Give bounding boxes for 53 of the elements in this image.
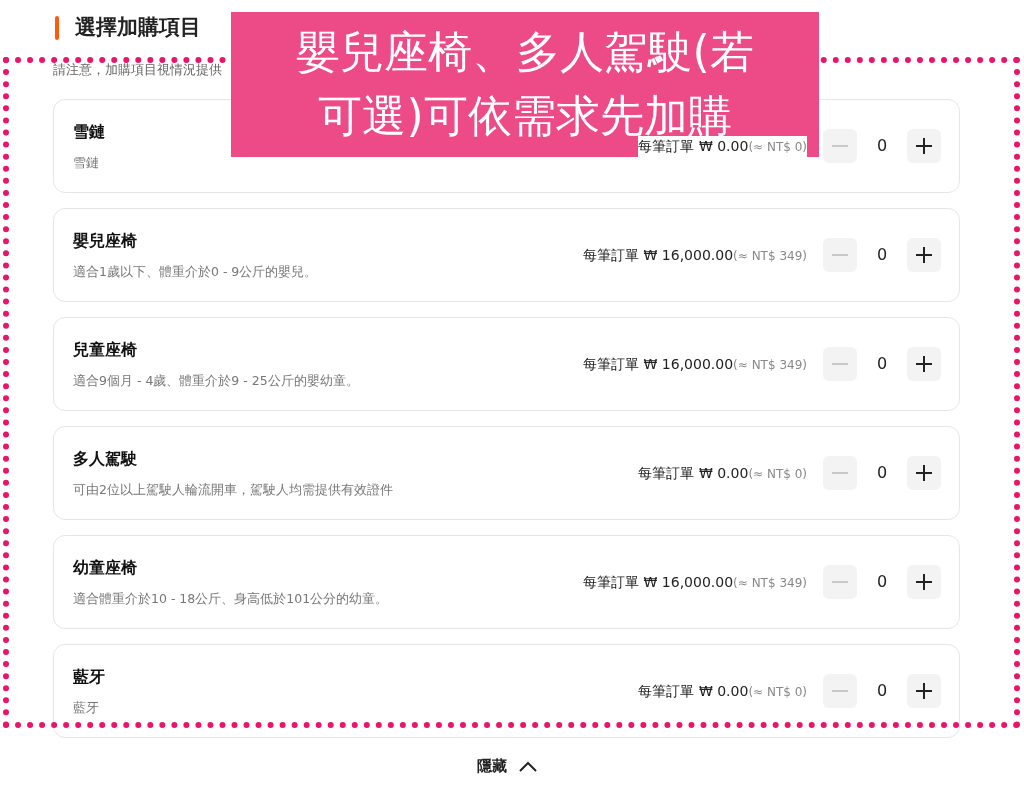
plus-icon xyxy=(916,138,932,154)
addon-name: 多人駕駛 xyxy=(73,447,138,470)
quantity-value: 0 xyxy=(875,244,889,266)
price-text: 每筆訂單 ₩ 16,000.00 xyxy=(583,355,734,372)
minus-icon xyxy=(832,363,848,365)
plus-icon xyxy=(916,683,932,699)
quantity-value: 0 xyxy=(875,135,889,157)
addon-description: 藍牙 xyxy=(73,698,100,717)
increase-button[interactable] xyxy=(907,456,941,490)
increase-button[interactable] xyxy=(907,674,941,708)
price-text: 每筆訂單 ₩ 0.00 xyxy=(638,137,749,154)
minus-icon xyxy=(832,254,848,256)
plus-icon xyxy=(916,574,932,590)
price-text: 每筆訂單 ₩ 16,000.00 xyxy=(583,246,734,263)
addon-description: 雪鏈 xyxy=(73,153,100,172)
notice-text: 請注意，加購項目視情況提供 xyxy=(53,60,222,79)
increase-button[interactable] xyxy=(907,238,941,272)
addon-description: 適合1歲以下、體重介於0 - 9公斤的嬰兒。 xyxy=(73,262,318,281)
quantity-value: 0 xyxy=(875,680,889,702)
quantity-value: 0 xyxy=(875,571,889,593)
approx-price: (≈ NT$ 349) xyxy=(733,357,807,372)
minus-icon xyxy=(832,472,848,474)
approx-price: (≈ NT$ 349) xyxy=(733,575,807,590)
accent-bar xyxy=(55,15,59,40)
quantity-value: 0 xyxy=(875,462,889,484)
minus-icon xyxy=(832,145,848,147)
addon-description: 適合體重介於10 - 18公斤、身高低於101公分的幼童。 xyxy=(73,589,389,608)
addon-description: 可由2位以上駕駛人輪流開車，駕駛人均需提供有效證件 xyxy=(73,480,393,499)
section-title: 選擇加購項目 xyxy=(75,14,201,41)
price-text: 每筆訂單 ₩ 16,000.00 xyxy=(583,573,734,590)
approx-price: (≈ NT$ 0) xyxy=(748,684,807,699)
price-text: 每筆訂單 ₩ 0.00 xyxy=(638,682,749,699)
chevron-up-icon xyxy=(518,760,537,772)
plus-icon xyxy=(916,356,932,372)
approx-price: (≈ NT$ 0) xyxy=(748,139,807,154)
hide-toggle[interactable]: 隱藏 xyxy=(472,753,541,780)
price-text: 每筆訂單 ₩ 0.00 xyxy=(638,464,749,481)
quantity-value: 0 xyxy=(875,353,889,375)
addon-name: 幼童座椅 xyxy=(73,556,138,579)
increase-button[interactable] xyxy=(907,565,941,599)
approx-price: (≈ NT$ 349) xyxy=(733,248,807,263)
addon-name: 藍牙 xyxy=(73,665,105,688)
addon-name: 雪鏈 xyxy=(73,120,105,143)
addon-name: 嬰兒座椅 xyxy=(73,229,138,252)
minus-icon xyxy=(832,581,848,583)
approx-price: (≈ NT$ 0) xyxy=(748,466,807,481)
addon-name: 兒童座椅 xyxy=(73,338,138,361)
addon-description: 適合9個月 - 4歲、體重介於9 - 25公斤的嬰幼童。 xyxy=(73,371,359,390)
increase-button[interactable] xyxy=(907,347,941,381)
plus-icon xyxy=(916,465,932,481)
increase-button[interactable] xyxy=(907,129,941,163)
minus-icon xyxy=(832,690,848,692)
plus-icon xyxy=(916,247,932,263)
